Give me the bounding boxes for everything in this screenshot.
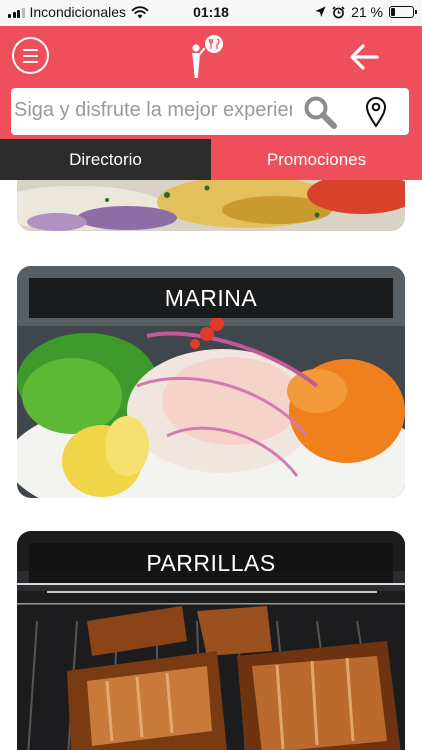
search-bar: Siga y disfrute la mejor experiencia [11,88,409,135]
category-title: MARINA [164,284,258,311]
tab-directorio[interactable]: Directorio [0,139,211,180]
status-right: 21 % [315,4,417,20]
battery-fill [391,8,396,16]
category-title-bar: MARINA [29,278,393,318]
alarm-clock-icon [332,5,345,18]
food-photo [17,180,405,231]
waiter-logo-icon [192,35,223,78]
arrow-left-icon[interactable] [348,41,380,73]
status-bar: Incondicionales 01:18 21 % [0,0,422,26]
category-title: PARRILLAS [146,549,276,576]
app-header: Siga y disfrute la mejor experiencia [0,26,422,139]
location-arrow-icon [315,6,326,17]
battery-icon [389,6,417,18]
tab-bar: Directorio Promociones [0,139,422,180]
category-card-parrillas[interactable]: PARRILLAS [17,531,405,750]
category-list: MARINA PARRILLAS [0,180,422,750]
location-pin-icon[interactable] [365,96,387,128]
category-card[interactable] [17,180,405,231]
category-card-marina[interactable]: MARINA [17,266,405,498]
app-screen: Incondicionales 01:18 21 % Siga y disfru… [0,0,422,750]
search-input[interactable]: Siga y disfrute la mejor experiencia [14,99,292,123]
search-icon[interactable] [303,95,337,129]
tab-promociones[interactable]: Promociones [211,139,422,180]
battery-percent: 21 % [351,4,383,20]
menu-button[interactable] [12,37,49,74]
category-title-bar: PARRILLAS [29,543,393,583]
